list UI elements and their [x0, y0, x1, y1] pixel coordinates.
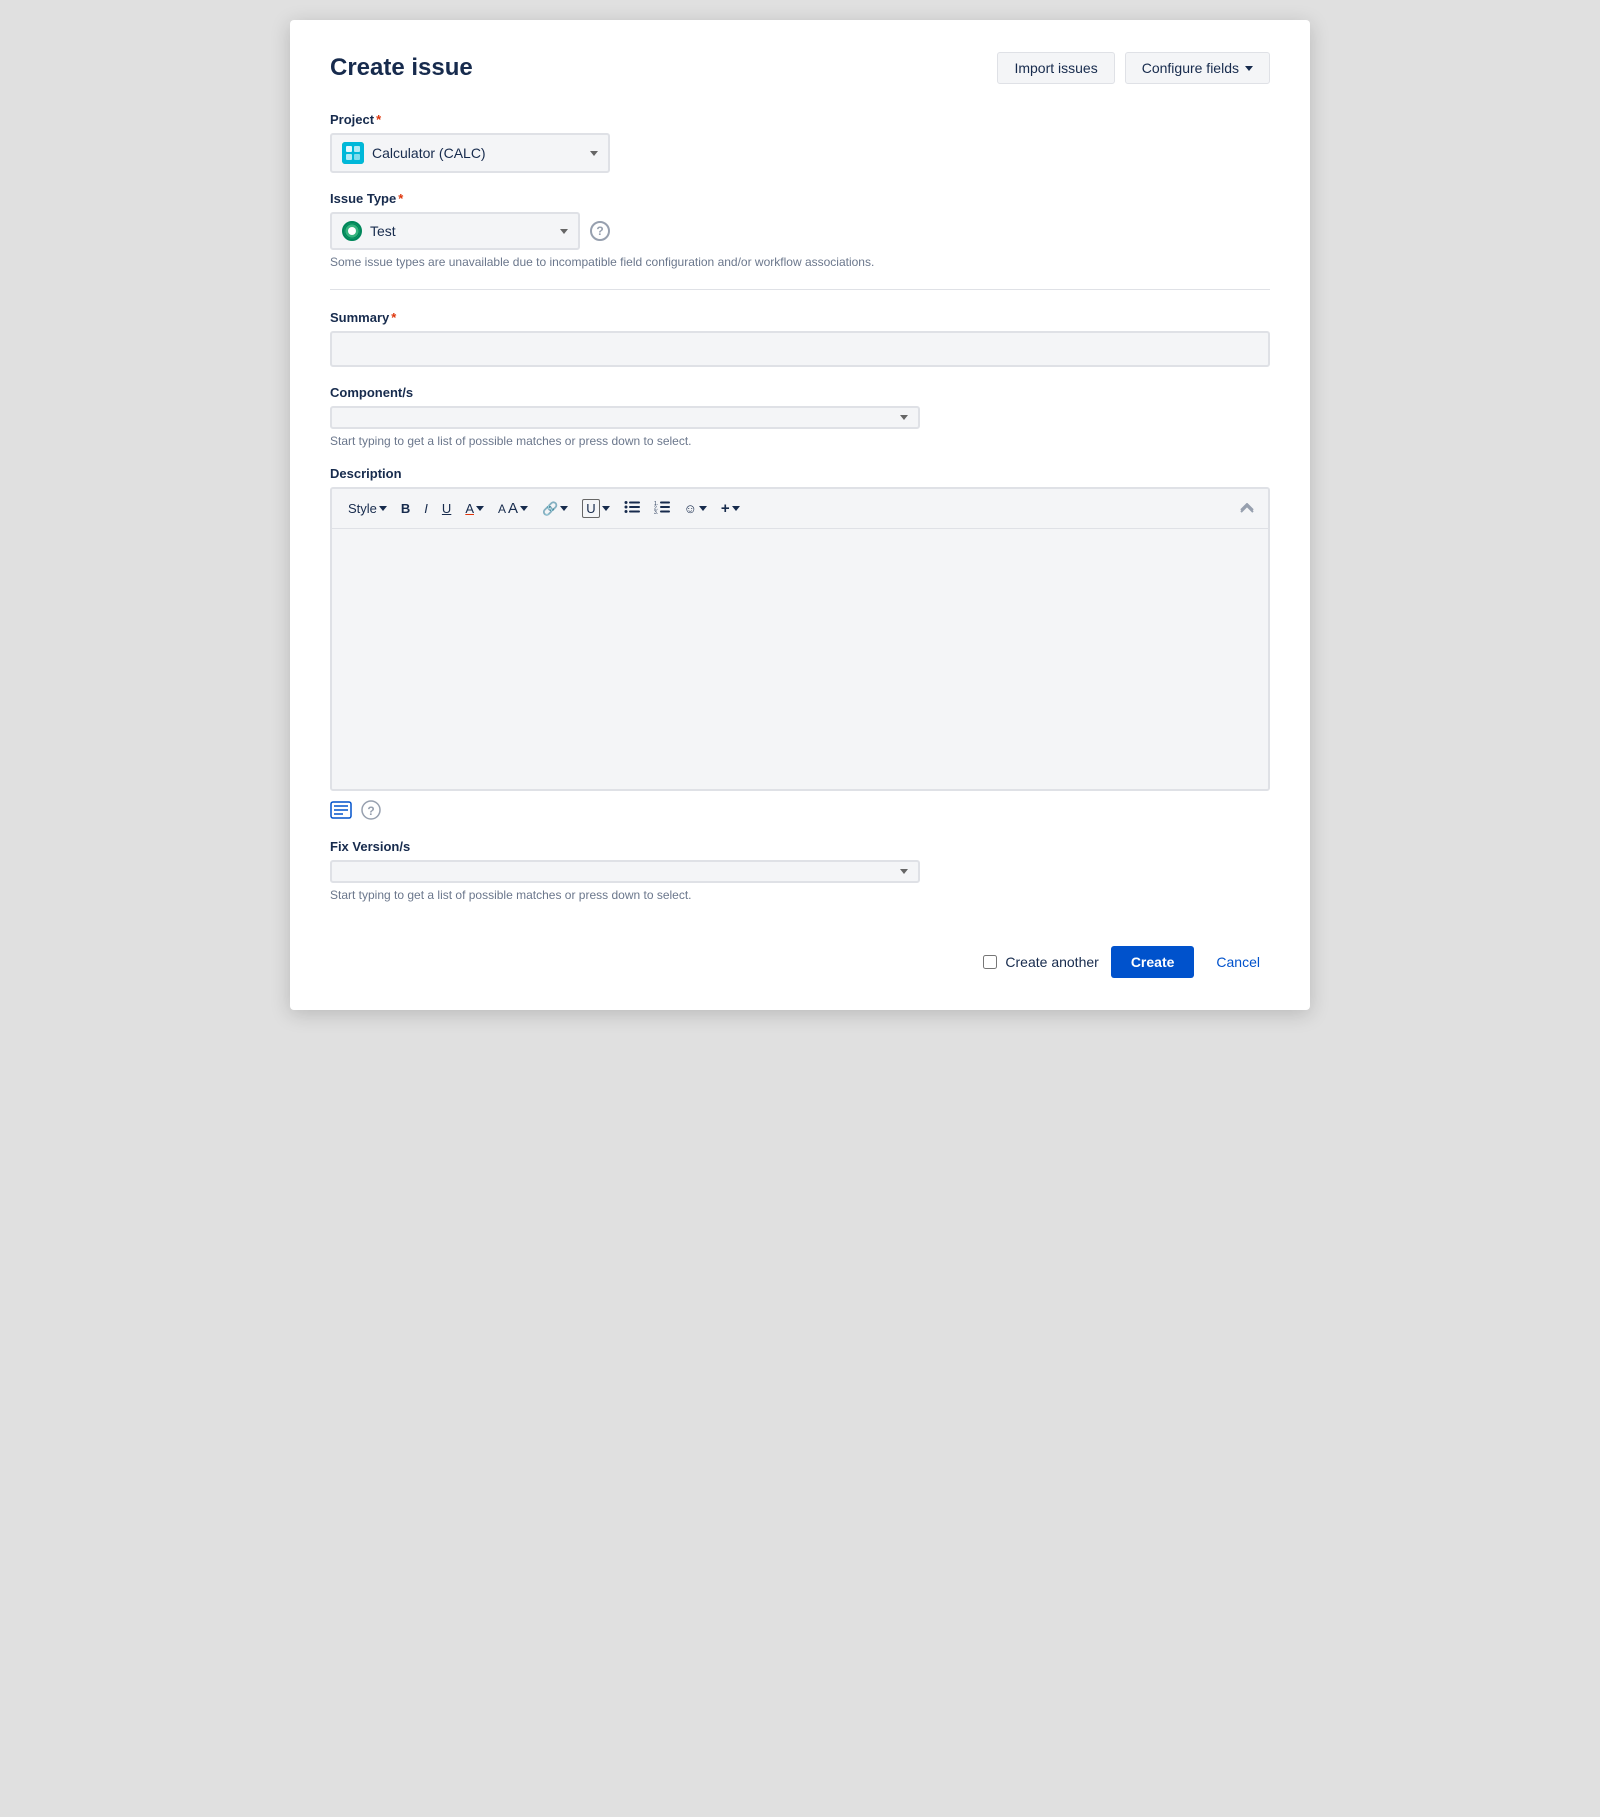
editor-wrapper: Style B I U A AA — [330, 487, 1270, 791]
components-hint: Start typing to get a list of possible m… — [330, 434, 1270, 448]
toolbar-style-button[interactable]: Style — [342, 497, 393, 520]
style-chevron-icon — [379, 506, 387, 511]
ordered-list-icon: 1. 2. 3. — [654, 500, 670, 517]
modal-header: Create issue Import issues Configure fie… — [330, 52, 1270, 84]
fix-versions-label: Fix Version/s — [330, 839, 1270, 854]
link-chevron-icon — [560, 506, 568, 511]
toolbar-link-icon: 🔗 — [542, 501, 558, 517]
color-chevron-icon — [476, 506, 484, 511]
toolbar-ordered-list-button[interactable]: 1. 2. 3. — [648, 496, 676, 521]
issue-type-help-icon[interactable]: ? — [590, 221, 610, 241]
project-caret-icon — [590, 151, 598, 156]
create-another-wrapper: Create another — [983, 954, 1098, 970]
description-help-icon[interactable]: ? — [360, 799, 382, 821]
unordered-list-icon — [624, 500, 640, 517]
toolbar-emoji-button[interactable]: ☺ — [678, 497, 713, 520]
toolbar-color-label: A — [465, 501, 474, 516]
fix-versions-caret-icon — [900, 869, 908, 874]
configure-fields-label: Configure fields — [1142, 60, 1239, 76]
summary-required-star: * — [391, 310, 396, 325]
svg-text:?: ? — [367, 804, 374, 818]
toolbar-unordered-list-button[interactable] — [618, 496, 646, 521]
configure-fields-button[interactable]: Configure fields — [1125, 52, 1270, 84]
toolbar-link-button[interactable]: 🔗 — [536, 497, 574, 521]
toolbar-color-button[interactable]: A — [459, 497, 490, 520]
toolbar-text-size-large: A — [508, 500, 518, 517]
project-icon — [342, 142, 364, 164]
editor-toolbar: Style B I U A AA — [332, 489, 1268, 529]
toolbar-underline-button[interactable]: U — [436, 497, 457, 520]
issue-type-icon — [342, 221, 362, 241]
fix-versions-hint: Start typing to get a list of possible m… — [330, 888, 1270, 902]
issue-type-caret-icon — [560, 229, 568, 234]
toolbar-text-size-button[interactable]: AA — [492, 496, 534, 521]
svg-text:3.: 3. — [654, 510, 658, 514]
import-issues-button[interactable]: Import issues — [997, 52, 1114, 84]
header-buttons: Import issues Configure fields — [997, 52, 1270, 84]
cancel-button[interactable]: Cancel — [1206, 946, 1270, 978]
description-footer: ? — [330, 799, 1270, 821]
toolbar-collapse-button[interactable] — [1236, 497, 1258, 520]
create-issue-modal: Create issue Import issues Configure fie… — [290, 20, 1310, 1010]
project-value: Calculator (CALC) — [372, 145, 582, 161]
issue-type-field-group: Issue Type* Test ? Some issue types are … — [330, 191, 1270, 269]
toolbar-plus-button[interactable]: + — [715, 496, 746, 521]
description-label: Description — [330, 466, 1270, 481]
emoji-icon: ☺ — [684, 501, 697, 516]
project-label: Project* — [330, 112, 1270, 127]
components-field-group: Component/s Start typing to get a list o… — [330, 385, 1270, 448]
create-another-label[interactable]: Create another — [1005, 954, 1098, 970]
issue-type-required-star: * — [398, 191, 403, 206]
chevron-down-icon — [1245, 66, 1253, 71]
create-another-checkbox[interactable] — [983, 955, 997, 969]
issue-type-select[interactable]: Test — [330, 212, 580, 250]
toolbar-bold-button[interactable]: B — [395, 497, 416, 520]
plus-chevron-icon — [732, 506, 740, 511]
issue-type-hint: Some issue types are unavailable due to … — [330, 255, 1270, 269]
issue-type-wrapper: Test ? — [330, 212, 610, 250]
summary-field-group: Summary* — [330, 310, 1270, 367]
components-caret-icon — [900, 415, 908, 420]
editor-outer: Style B I U A AA — [330, 487, 1270, 791]
text-size-chevron-icon — [520, 506, 528, 511]
divider — [330, 289, 1270, 290]
description-editor-body[interactable] — [332, 529, 1268, 789]
fix-versions-select[interactable] — [330, 860, 920, 883]
issue-type-label: Issue Type* — [330, 191, 1270, 206]
toolbar-format-icon: U — [582, 499, 599, 518]
issue-type-value: Test — [370, 223, 552, 239]
create-button[interactable]: Create — [1111, 946, 1195, 978]
toolbar-format-button[interactable]: U — [576, 495, 615, 522]
form-footer: Create another Create Cancel — [330, 930, 1270, 978]
project-required-star: * — [376, 112, 381, 127]
fix-versions-field-group: Fix Version/s Start typing to get a list… — [330, 839, 1270, 902]
toolbar-text-size-small: A — [498, 502, 506, 516]
project-select[interactable]: Calculator (CALC) — [330, 133, 610, 173]
summary-label: Summary* — [330, 310, 1270, 325]
project-field-group: Project* Calculator (CALC) — [330, 112, 1270, 173]
summary-input[interactable] — [330, 331, 1270, 367]
toolbar-italic-button[interactable]: I — [418, 497, 434, 520]
components-select[interactable] — [330, 406, 920, 429]
plus-icon: + — [721, 500, 730, 517]
toolbar-style-label: Style — [348, 501, 377, 516]
description-text-icon[interactable] — [330, 799, 352, 821]
description-field-group: Description Style B I U — [330, 466, 1270, 821]
components-label: Component/s — [330, 385, 1270, 400]
page-title: Create issue — [330, 54, 473, 82]
format-chevron-icon — [602, 506, 610, 511]
emoji-chevron-icon — [699, 506, 707, 511]
